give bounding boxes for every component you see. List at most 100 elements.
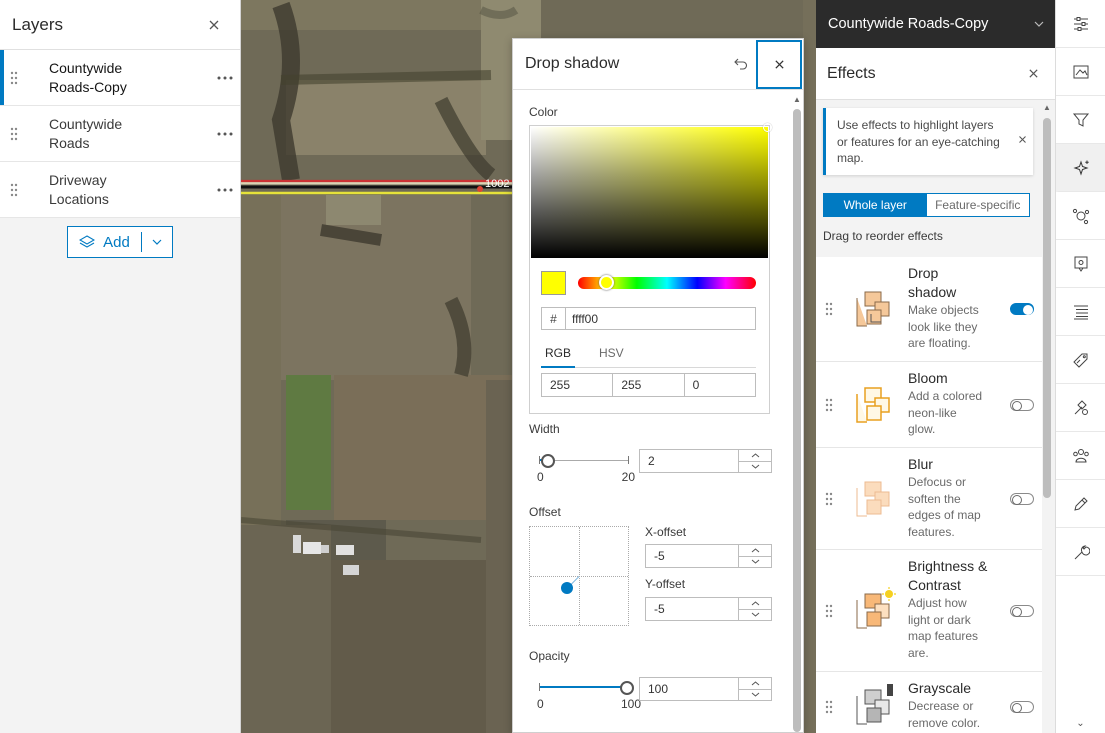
brightness-contrast-toggle[interactable] [1010,604,1034,617]
effect-description: Add a colored [908,389,983,403]
opacity-label: Opacity [529,649,570,663]
drop-shadow-panel: Drop shadow ▲ Color # ffff00 RGB HSV 255… [512,38,804,733]
red-input[interactable]: 255 [542,374,614,396]
layer-selector[interactable]: Countywide Roads-Copy [816,0,1055,48]
grayscale-toggle[interactable] [1010,700,1034,713]
y-offset-value[interactable]: -5 [646,598,738,620]
tool-configure[interactable] [1056,384,1105,432]
decrement-button[interactable] [739,462,771,473]
effect-item-brightness-contrast[interactable]: Brightness & Contrast Adjust how light o… [816,550,1042,672]
effects-scrollbar[interactable] [1043,118,1051,498]
effect-item-drop-shadow[interactable]: Drop shadow Make objects look like they … [816,257,1042,362]
width-max-label: 20 [621,470,635,484]
hex-input[interactable]: ffff00 [566,308,755,329]
layer-name: Driveway Locations [28,171,210,209]
bloom-toggle[interactable] [1010,398,1034,411]
close-layers-button[interactable] [200,11,228,39]
effect-toggle-container [1002,448,1042,549]
tool-fields[interactable] [1056,288,1105,336]
blur-toggle[interactable] [1010,492,1034,505]
opacity-max-label: 100 [620,697,641,711]
tool-properties[interactable] [1056,0,1105,48]
y-offset-label: Y-offset [645,577,686,591]
saturation-area[interactable] [531,123,772,258]
scrollbar[interactable]: ▲ [793,95,801,732]
layer-options-button[interactable] [210,188,240,192]
segment-whole-layer[interactable]: Whole layer [824,194,927,216]
tool-forms[interactable] [1056,432,1105,480]
offset-picker[interactable] [529,526,629,626]
dismiss-notice-button[interactable] [1018,132,1027,149]
reset-button[interactable] [726,58,756,70]
filter-icon [1072,113,1089,127]
layer-options-button[interactable] [210,132,240,136]
drag-handle-icon[interactable] [0,127,28,141]
increment-button[interactable] [739,598,771,610]
layers-panel-header: Layers [0,0,240,50]
segment-feature-specific[interactable]: Feature-specific [927,194,1030,216]
tab-hsv[interactable]: HSV [595,346,628,368]
green-input[interactable]: 255 [613,374,685,396]
drag-handle-icon[interactable] [816,448,842,549]
add-layer-dropdown-button[interactable] [142,227,172,257]
width-value[interactable]: 2 [640,450,738,472]
close-effects-button[interactable] [1019,60,1047,88]
effect-item-blur[interactable]: Blur Defocus or soften the edges of map … [816,448,1042,550]
tool-pop-ups[interactable] [1056,240,1105,288]
hue-handle[interactable] [599,275,614,290]
opacity-slider[interactable]: 0 100 [537,678,641,711]
scroll-up-icon[interactable]: ▲ [793,95,801,104]
drag-handle-icon[interactable] [816,672,842,733]
chevron-down-icon[interactable]: ⌄ [1056,718,1105,729]
drag-handle-icon[interactable] [816,362,842,447]
decrement-button[interactable] [739,690,771,701]
layer-selector-dropdown[interactable] [1023,21,1055,27]
effect-description: features. [908,524,955,539]
more-horizontal-icon [217,76,233,79]
effect-description: are. [908,645,929,660]
decrement-button[interactable] [739,557,771,568]
increment-button[interactable] [739,678,771,690]
layer-item-countywide-roads[interactable]: Countywide Roads [0,106,240,162]
offset-handle[interactable] [561,582,573,594]
drag-handle-icon[interactable] [816,550,842,671]
saturation-handle[interactable] [763,123,772,132]
increment-button[interactable] [739,450,771,462]
increment-button[interactable] [739,545,771,557]
drag-handle-icon[interactable] [0,71,28,85]
chevron-down-icon [1034,21,1044,27]
layer-item-driveway-locations[interactable]: Driveway Locations [0,162,240,218]
width-min-label: 0 [537,470,544,484]
width-slider[interactable]: 0 20 [537,451,635,484]
effect-item-grayscale[interactable]: Grayscale Decrease or remove color. [816,672,1042,733]
x-offset-value[interactable]: -5 [646,545,738,567]
tab-rgb[interactable]: RGB [541,346,576,368]
tool-effects[interactable] [1056,144,1105,192]
y-offset-input: -5 [645,597,772,621]
effect-item-bloom[interactable]: Bloom Add a colored neon-like glow. [816,362,1042,448]
blue-input[interactable]: 0 [685,374,755,396]
tool-settings[interactable] [1056,528,1105,576]
layer-options-button[interactable] [210,76,240,80]
chevron-down-icon [751,559,759,564]
decrement-button[interactable] [739,610,771,621]
opacity-slider-knob[interactable] [620,681,634,695]
tool-edit[interactable] [1056,480,1105,528]
tool-filter[interactable] [1056,96,1105,144]
tool-styles[interactable] [1056,48,1105,96]
opacity-value[interactable]: 100 [640,678,738,700]
layer-item-countywide-roads-copy[interactable]: Countywide Roads-Copy [0,50,240,106]
tool-clustering[interactable] [1056,192,1105,240]
close-drop-shadow-button[interactable] [756,39,802,89]
effect-description: look like they [908,319,978,334]
tool-labels[interactable] [1056,336,1105,384]
drag-handle-icon[interactable] [0,183,28,197]
slider-tick [539,456,540,464]
drop-shadow-toggle[interactable] [1010,303,1034,315]
scroll-up-icon[interactable]: ▲ [1043,103,1051,112]
add-layer-button[interactable]: Add [68,227,141,257]
scroll-thumb[interactable] [793,109,801,732]
drag-handle-icon[interactable] [816,257,842,361]
width-slider-knob[interactable] [541,454,555,468]
chevron-up-icon [751,681,759,686]
